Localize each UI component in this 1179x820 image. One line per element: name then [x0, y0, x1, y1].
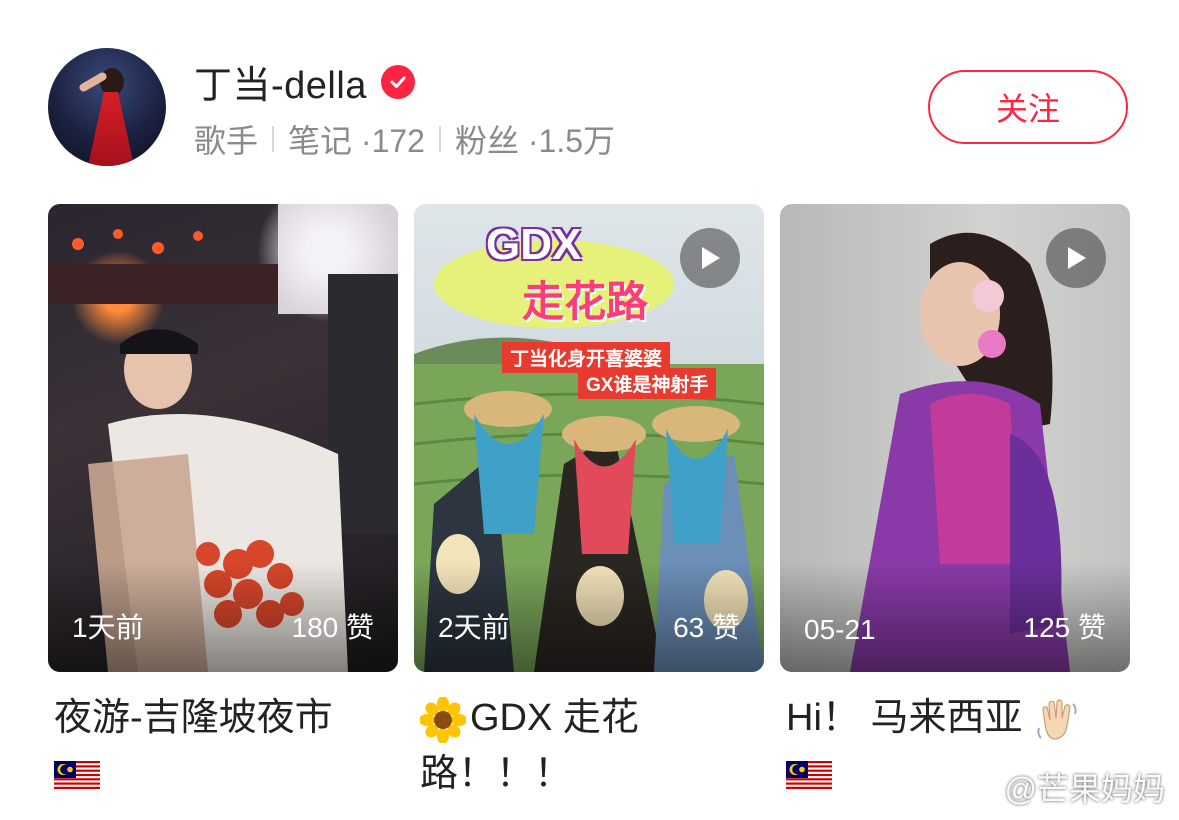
watermark: @芒果妈妈	[961, 764, 1166, 810]
malaysia-flag-icon	[54, 760, 100, 791]
watermark-text: @芒果妈妈	[1004, 771, 1166, 807]
malaysia-flag-icon	[786, 760, 832, 791]
sunflower-icon	[420, 696, 466, 743]
profile-notes-count[interactable]: 笔记 ·172	[288, 116, 425, 162]
video-play-icon[interactable]	[1046, 228, 1106, 288]
post-title-text: 夜游-吉隆坡夜市	[54, 697, 333, 739]
post-title[interactable]: 夜游-吉隆坡夜市	[48, 690, 398, 802]
divider	[272, 126, 275, 152]
waving-hand-icon	[1037, 699, 1077, 740]
post-likes[interactable]: 180 赞	[292, 606, 375, 646]
video-play-icon[interactable]	[680, 228, 740, 288]
post-card[interactable]: 05-21 125 赞 Hi！ 马来西亚	[780, 204, 1130, 802]
post-card[interactable]: GDX 走花路 丁当化身开喜婆婆 GX谁是神射手 2天前 63 赞 GDX 走花…	[414, 204, 764, 802]
profile-name[interactable]: 丁当-della	[194, 54, 367, 109]
cover-logo-sub: 走花路	[522, 278, 649, 325]
post-card[interactable]: 1天前 180 赞 夜游-吉隆坡夜市	[48, 204, 398, 802]
post-title[interactable]: GDX 走花路！！！	[414, 690, 764, 802]
avatar-dress	[88, 92, 134, 166]
post-title-text: Hi！ 马来西亚	[786, 697, 1023, 739]
post-likes[interactable]: 125 赞	[1024, 606, 1107, 646]
profile-avatar[interactable]	[48, 48, 166, 166]
post-time: 1天前	[72, 612, 144, 643]
post-time: 05-21	[804, 614, 876, 645]
post-likes[interactable]: 63 赞	[673, 606, 740, 646]
post-cover-image[interactable]: GDX 走花路 丁当化身开喜婆婆 GX谁是神射手 2天前 63 赞	[414, 204, 764, 672]
verified-badge-icon	[380, 64, 415, 99]
profile-role: 歌手	[194, 123, 259, 159]
follow-button[interactable]: 关注	[928, 70, 1128, 144]
divider	[438, 126, 441, 152]
profile-meta: 歌手 笔记 ·172 粉丝 ·1.5万	[194, 116, 615, 162]
cover-caption-2: GX谁是神射手	[578, 368, 717, 399]
cover-logo: GDX	[486, 220, 582, 269]
post-cover-image[interactable]: 05-21 125 赞	[780, 204, 1130, 672]
profile-name-row: 丁当-della	[194, 54, 415, 109]
weibo-logo-icon	[961, 775, 998, 803]
post-time: 2天前	[438, 612, 510, 643]
profile-fans-count[interactable]: 粉丝 ·1.5万	[455, 116, 615, 162]
post-cover-image[interactable]: 1天前 180 赞	[48, 204, 398, 672]
